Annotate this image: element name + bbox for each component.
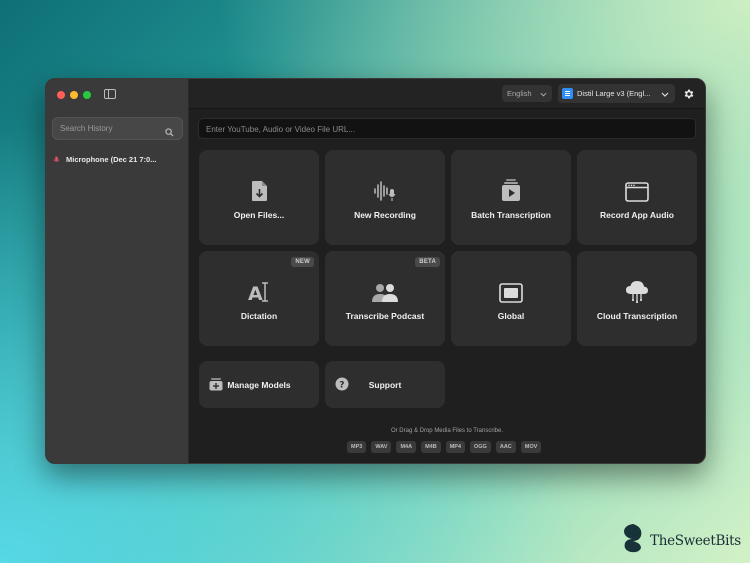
tile-label: Record App Audio: [600, 209, 674, 220]
model-icon: [562, 88, 573, 99]
sidebar-toggle-icon[interactable]: [104, 89, 116, 99]
toolbar: English Distil Large v3 (Engl...: [189, 79, 705, 109]
format-badge: M4B: [421, 441, 441, 453]
format-badge: OGG: [470, 441, 491, 453]
cloud-icon: [624, 277, 650, 303]
beta-badge: BETA: [415, 257, 440, 267]
tile-label: New Recording: [354, 209, 416, 220]
cloud-transcription-tile[interactable]: Cloud Transcription: [577, 251, 697, 346]
format-badge: M4A: [396, 441, 417, 453]
text-cursor-icon: A: [248, 277, 270, 303]
gear-icon[interactable]: [683, 87, 695, 105]
format-badge: AAC: [495, 441, 516, 453]
chevron-down-icon: [540, 90, 547, 99]
transcribe-podcast-tile[interactable]: BETA Transcribe Podcast: [325, 251, 445, 346]
zoom-button[interactable]: [83, 91, 91, 99]
open-files-tile[interactable]: Open Files...: [199, 150, 319, 245]
url-field[interactable]: [198, 118, 696, 139]
global-tile[interactable]: Global: [451, 251, 571, 346]
history-item-label: Microphone (Dec 21 7:0...: [66, 155, 157, 164]
watermark: TheSweetBits: [621, 523, 741, 558]
tile-label: Global: [497, 310, 525, 321]
search-icon: [165, 124, 174, 142]
svg-text:A: A: [248, 283, 263, 303]
search-history-field[interactable]: [52, 117, 183, 140]
manage-models-button[interactable]: Manage Models: [199, 361, 319, 408]
support-label: Support: [368, 379, 402, 390]
watermark-logo-icon: [621, 523, 645, 558]
sidebar: Microphone (Dec 21 7:0...: [46, 79, 189, 463]
window-controls: [57, 91, 91, 99]
app-window: Microphone (Dec 21 7:0... English Distil…: [45, 78, 706, 464]
manage-models-label: Manage Models: [227, 379, 291, 390]
minimize-button[interactable]: [70, 91, 78, 99]
close-button[interactable]: [57, 91, 65, 99]
people-icon: [371, 277, 399, 303]
format-badge: MP3: [347, 441, 367, 453]
microphone-icon: [53, 156, 60, 163]
tile-label: Batch Transcription: [471, 209, 551, 220]
stacked-play-icon: [501, 176, 521, 202]
history-item[interactable]: Microphone (Dec 21 7:0...: [53, 155, 156, 164]
dictation-tile[interactable]: NEW A Dictation: [199, 251, 319, 346]
watermark-text: TheSweetBits: [650, 532, 741, 549]
tile-label: Open Files...: [233, 209, 285, 220]
tile-label: Cloud Transcription: [596, 310, 678, 321]
drop-hint: Or Drag & Drop Media Files to Transcribe…: [390, 428, 504, 434]
chevron-down-icon: [661, 90, 669, 99]
app-window-icon: [625, 176, 649, 202]
model-value: Distil Large v3 (Engl...: [577, 89, 651, 98]
format-badge: WAV: [371, 441, 392, 453]
screen-icon: [499, 277, 523, 303]
format-list: MP3 WAV M4A M4B MP4 OGG AAC MOV: [347, 441, 542, 453]
format-badge: MOV: [520, 441, 542, 453]
search-input[interactable]: [53, 118, 182, 139]
language-value: English: [507, 89, 532, 98]
new-recording-tile[interactable]: New Recording: [325, 150, 445, 245]
record-app-audio-tile[interactable]: Record App Audio: [577, 150, 697, 245]
url-input[interactable]: [199, 120, 695, 139]
model-select[interactable]: Distil Large v3 (Engl...: [558, 84, 675, 103]
file-download-icon: [251, 176, 268, 202]
waveform-mic-icon: [373, 176, 397, 202]
format-badge: MP4: [445, 441, 465, 453]
batch-transcription-tile[interactable]: Batch Transcription: [451, 150, 571, 245]
support-button[interactable]: ? Support: [325, 361, 445, 408]
tile-label: Transcribe Podcast: [345, 310, 425, 321]
new-badge: NEW: [291, 257, 314, 267]
tile-label: Dictation: [240, 310, 278, 321]
language-select[interactable]: English: [502, 85, 552, 102]
